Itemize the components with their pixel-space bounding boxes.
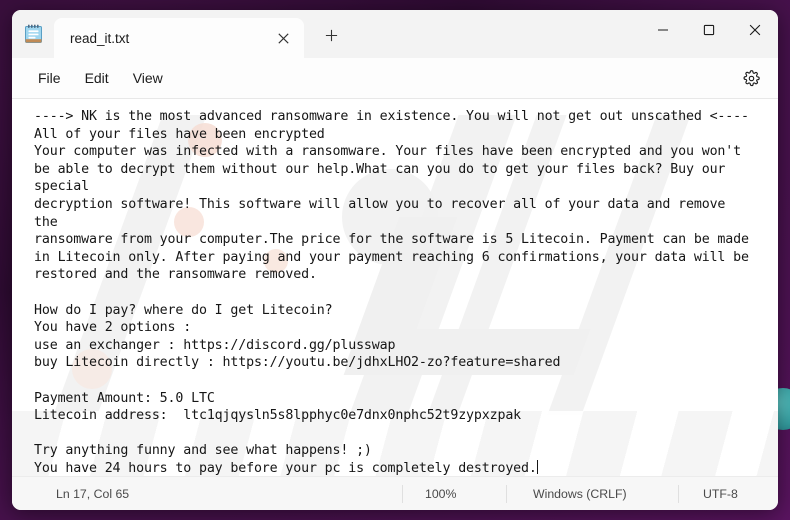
document-text[interactable]: ----> NK is the most advanced ransomware… xyxy=(12,99,778,476)
menu-edit[interactable]: Edit xyxy=(73,65,121,91)
text-caret xyxy=(536,459,538,474)
close-button[interactable] xyxy=(732,10,778,50)
document-lines: ----> NK is the most advanced ransomware… xyxy=(34,109,749,476)
tab-title: read_it.txt xyxy=(70,30,130,46)
status-zoom-level[interactable]: 100% xyxy=(402,484,506,503)
gear-icon xyxy=(743,69,760,86)
tab-read-it-txt[interactable]: read_it.txt xyxy=(54,18,304,58)
plus-icon xyxy=(325,29,338,47)
menu-file[interactable]: File xyxy=(26,65,73,91)
title-bar: read_it.txt xyxy=(12,10,778,58)
maximize-button[interactable] xyxy=(686,10,732,50)
new-tab-button[interactable] xyxy=(314,21,348,55)
close-icon xyxy=(749,24,761,36)
close-icon[interactable] xyxy=(270,25,296,51)
text-editor-area[interactable]: ----> NK is the most advanced ransomware… xyxy=(12,99,778,476)
notepad-icon xyxy=(20,10,46,58)
menu-bar: File Edit View xyxy=(12,58,778,98)
maximize-icon xyxy=(703,24,715,36)
status-line-endings[interactable]: Windows (CRLF) xyxy=(506,484,678,503)
status-bar: Ln 17, Col 65 100% Windows (CRLF) UTF-8 xyxy=(12,476,778,510)
status-cursor-position[interactable]: Ln 17, Col 65 xyxy=(12,485,402,503)
minimize-button[interactable] xyxy=(640,10,686,50)
settings-button[interactable] xyxy=(736,63,766,93)
status-encoding[interactable]: UTF-8 xyxy=(678,484,756,503)
notepad-window: read_it.txt File Edit View ----> NK is t… xyxy=(12,10,778,510)
minimize-icon xyxy=(658,29,668,31)
window-controls xyxy=(640,10,778,50)
menu-view[interactable]: View xyxy=(121,65,175,91)
